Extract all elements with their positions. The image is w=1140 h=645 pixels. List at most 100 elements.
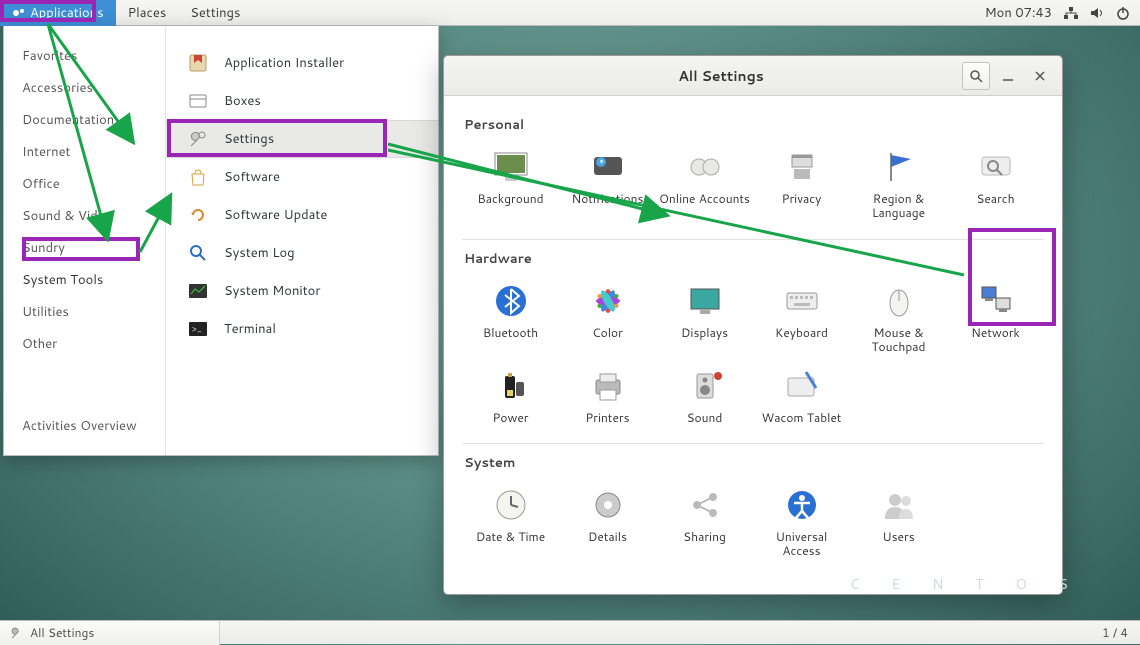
app-system-monitor[interactable]: System Monitor <box>166 272 438 310</box>
applications-menu-popup: Favorites Accessories Documentation Inte… <box>3 26 439 456</box>
displays-icon <box>684 280 726 322</box>
close-button[interactable] <box>1026 62 1054 90</box>
activities-overview-button[interactable]: Activities Overview <box>4 403 165 455</box>
search-cell-icon <box>975 146 1017 188</box>
category-internet[interactable]: Internet <box>4 136 165 168</box>
titlebar[interactable]: All Settings <box>444 56 1062 96</box>
tablet-icon <box>781 365 823 407</box>
bag-icon <box>186 165 210 189</box>
app-boxes[interactable]: Boxes <box>166 82 438 120</box>
window-title: All Settings <box>484 66 958 86</box>
background-icon <box>490 146 532 188</box>
svg-text:*: * <box>599 156 604 169</box>
hardware-grid: Bluetooth Color Displays Keyboard Mouse … <box>462 274 1044 444</box>
app-application-installer[interactable]: Application Installer <box>166 44 438 82</box>
app-list: Application Installer Boxes Settings Sof… <box>166 26 438 455</box>
keyboard-icon <box>781 280 823 322</box>
app-settings[interactable]: Settings <box>166 120 438 158</box>
setting-power[interactable]: Power <box>462 359 559 429</box>
terminal-icon: >_ <box>186 317 210 341</box>
volume-icon[interactable] <box>1090 6 1104 20</box>
bluetooth-icon <box>490 280 532 322</box>
setting-bluetooth[interactable]: Bluetooth <box>462 274 559 359</box>
printer-icon <box>587 365 629 407</box>
app-system-log[interactable]: System Log <box>166 234 438 272</box>
settings-body: Personal Background *Notifications Onlin… <box>444 96 1062 594</box>
category-system-tools[interactable]: System Tools <box>4 264 165 296</box>
monitor-chart-icon <box>186 279 210 303</box>
workspace-pager[interactable]: 1 / 4 <box>1090 624 1140 641</box>
clock-icon <box>490 484 532 526</box>
category-sundry[interactable]: Sundry <box>4 232 165 264</box>
category-office[interactable]: Office <box>4 168 165 200</box>
applications-menu-button[interactable]: Applications <box>0 0 116 26</box>
setting-background[interactable]: Background <box>462 140 559 225</box>
setting-universal-access[interactable]: Universal Access <box>753 478 850 563</box>
settings-menu-button[interactable]: Settings <box>178 0 252 26</box>
power-icon[interactable] <box>1116 6 1130 20</box>
category-other[interactable]: Other <box>4 328 165 360</box>
bottom-taskbar: All Settings 1 / 4 <box>0 620 1140 644</box>
setting-mouse-touchpad[interactable]: Mouse & Touchpad <box>850 274 947 359</box>
section-system: System <box>464 454 1044 472</box>
personal-grid: Background *Notifications Online Account… <box>462 140 1044 240</box>
setting-color[interactable]: Color <box>559 274 656 359</box>
applications-menu-label: Applications <box>30 4 104 22</box>
color-icon <box>587 280 629 322</box>
notifications-icon: * <box>587 146 629 188</box>
network-icon[interactable] <box>1064 6 1078 20</box>
top-panel: Applications Places Settings Mon 07:43 <box>0 0 1140 26</box>
accounts-icon <box>684 146 726 188</box>
svg-text:>_: >_ <box>192 322 202 335</box>
setting-printers[interactable]: Printers <box>559 359 656 429</box>
accessibility-icon <box>781 484 823 526</box>
category-documentation[interactable]: Documentation <box>4 104 165 136</box>
close-icon <box>1034 70 1046 82</box>
mouse-icon <box>878 280 920 322</box>
taskbar-entry-settings[interactable]: All Settings <box>0 621 220 645</box>
system-tray: Mon 07:43 <box>985 4 1140 22</box>
share-icon <box>684 484 726 526</box>
setting-keyboard[interactable]: Keyboard <box>753 274 850 359</box>
setting-search[interactable]: Search <box>947 140 1044 225</box>
category-list: Favorites Accessories Documentation Inte… <box>4 26 166 455</box>
setting-sound[interactable]: Sound <box>656 359 753 429</box>
minimize-button[interactable] <box>994 62 1022 90</box>
setting-details[interactable]: Details <box>559 478 656 563</box>
setting-region-language[interactable]: Region & Language <box>850 140 947 225</box>
package-icon <box>186 51 210 75</box>
wrench-small-icon <box>10 626 24 640</box>
setting-users[interactable]: Users <box>850 478 947 563</box>
battery-icon <box>490 365 532 407</box>
category-favorites[interactable]: Favorites <box>4 40 165 72</box>
system-grid: Date & Time Details Sharing Universal Ac… <box>462 478 1044 577</box>
users-icon <box>878 484 920 526</box>
category-accessories[interactable]: Accessories <box>4 72 165 104</box>
setting-online-accounts[interactable]: Online Accounts <box>656 140 753 225</box>
search-icon <box>969 69 983 83</box>
settings-window: All Settings Personal Background *Notifi… <box>443 55 1063 595</box>
setting-notifications[interactable]: *Notifications <box>559 140 656 225</box>
app-software[interactable]: Software <box>166 158 438 196</box>
gear-icon <box>587 484 629 526</box>
setting-privacy[interactable]: Privacy <box>753 140 850 225</box>
category-sound-video[interactable]: Sound & Video <box>4 200 165 232</box>
boxes-icon <box>186 89 210 113</box>
setting-date-time[interactable]: Date & Time <box>462 478 559 563</box>
setting-sharing[interactable]: Sharing <box>656 478 753 563</box>
desktop-brand: C E N T O S <box>850 574 1082 594</box>
setting-wacom[interactable]: Wacom Tablet <box>753 359 850 429</box>
flag-icon <box>878 146 920 188</box>
search-button[interactable] <box>962 62 990 90</box>
section-hardware: Hardware <box>464 250 1044 268</box>
network-cell-icon <box>975 280 1017 322</box>
setting-displays[interactable]: Displays <box>656 274 753 359</box>
places-menu-button[interactable]: Places <box>116 0 179 26</box>
clock[interactable]: Mon 07:43 <box>985 4 1052 22</box>
minimize-icon <box>1002 70 1014 82</box>
category-utilities[interactable]: Utilities <box>4 296 165 328</box>
app-terminal[interactable]: >_ Terminal <box>166 310 438 348</box>
app-software-update[interactable]: Software Update <box>166 196 438 234</box>
setting-network[interactable]: Network <box>947 274 1044 359</box>
refresh-icon <box>186 203 210 227</box>
